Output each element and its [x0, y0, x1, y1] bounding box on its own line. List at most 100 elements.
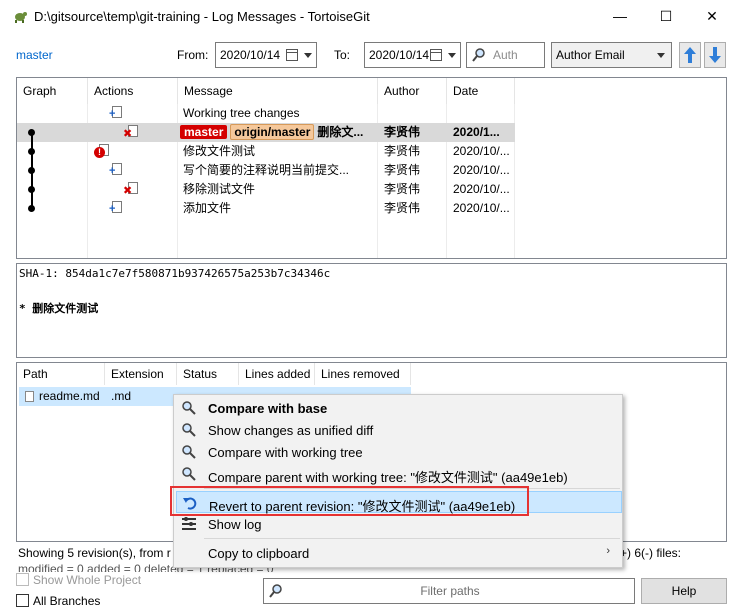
menu-item-compare-with-base[interactable]: Compare with base	[176, 397, 622, 419]
commit-message-panel[interactable]: SHA-1: 854da1c7e7f580871b937426575a253b7…	[16, 263, 727, 358]
delete-icon: ✖	[123, 128, 133, 140]
chevron-down-icon	[657, 53, 665, 58]
branch-tag-origin: origin/master	[230, 124, 315, 140]
to-label: To:	[334, 48, 351, 62]
filter-paths-placeholder: Filter paths	[420, 584, 480, 598]
menu-item-label: Show changes as unified diff	[208, 423, 374, 438]
menu-item-label: Compare with working tree	[208, 445, 363, 460]
filter-paths-input[interactable]: Filter paths	[263, 578, 635, 604]
magnifier-icon	[182, 401, 196, 415]
col-actions[interactable]: Actions	[88, 78, 178, 104]
log-message: 写个简要的注释说明当前提交...	[183, 163, 350, 177]
all-branches-label: All Branches	[33, 594, 101, 608]
log-message: Working tree changes	[183, 106, 300, 120]
show-whole-project-label: Show Whole Project	[33, 573, 142, 587]
log-date: 2020/1...	[453, 125, 500, 139]
magnifier-icon	[182, 423, 196, 437]
window-title: D:\gitsource\temp\git-training - Log Mes…	[34, 8, 370, 24]
close-button[interactable]: ✕	[689, 0, 735, 32]
chevron-right-icon: ›	[606, 545, 610, 557]
log-date: 2020/10/...	[453, 144, 510, 158]
arrow-up-icon	[684, 47, 696, 63]
all-branches-checkbox[interactable]	[16, 594, 29, 607]
close-icon: ✕	[706, 7, 718, 24]
col-lines-added[interactable]: Lines added	[239, 363, 315, 385]
branch-link[interactable]: master	[16, 48, 53, 62]
file-path: readme.md	[39, 389, 100, 403]
col-date[interactable]: Date	[447, 78, 515, 104]
search-input[interactable]: Auth	[466, 42, 545, 68]
graph-node	[28, 167, 35, 174]
menu-item-copy-to-clipboard[interactable]: Copy to clipboard ›	[176, 542, 622, 564]
previous-button[interactable]	[679, 42, 701, 68]
graph-node	[28, 148, 35, 155]
log-row[interactable]: + 添加文件 李贤伟 2020/10/...	[17, 199, 515, 218]
filter-toolbar: master From: 2020/10/14 To: 2020/10/14 A…	[0, 38, 735, 72]
col-author[interactable]: Author	[378, 78, 447, 104]
show-whole-project-checkbox[interactable]	[16, 573, 29, 586]
col-extension[interactable]: Extension	[105, 363, 177, 385]
search-icon	[472, 48, 485, 62]
annotation-highlight-box	[170, 486, 529, 516]
modified-icon: !	[94, 147, 105, 158]
log-date: 2020/10/...	[453, 182, 510, 196]
log-message: 移除测试文件	[183, 182, 256, 196]
log-row[interactable]: ! 修改文件测试 李贤伟 2020/10/...	[17, 142, 515, 161]
from-date-value: 2020/10/14	[220, 48, 281, 62]
from-date-picker[interactable]: 2020/10/14	[215, 42, 317, 68]
log-author: 李贤伟	[384, 201, 421, 215]
log-list[interactable]: Graph Actions Message Author Date + Work…	[16, 77, 727, 259]
col-message[interactable]: Message	[178, 78, 378, 104]
log-date: 2020/10/...	[453, 163, 510, 177]
filter-field-select[interactable]: Author Email	[551, 42, 672, 68]
commit-sha: SHA-1: 854da1c7e7f580871b937426575a253b7…	[19, 267, 331, 280]
col-status[interactable]: Status	[177, 363, 239, 385]
minimize-button[interactable]: —	[597, 0, 643, 32]
delete-icon: ✖	[123, 185, 133, 197]
log-message: 修改文件测试	[183, 144, 256, 158]
help-button[interactable]: Help	[641, 578, 727, 604]
menu-item-label: Show log	[208, 517, 262, 532]
log-message: master origin/master 删除文...	[180, 123, 376, 142]
maximize-button[interactable]: ☐	[643, 0, 689, 32]
log-row[interactable]: + Working tree changes	[17, 104, 515, 123]
to-date-picker[interactable]: 2020/10/14	[364, 42, 461, 68]
log-row[interactable]: ✖ 移除测试文件 李贤伟 2020/10/...	[17, 180, 515, 199]
filter-field-value: Author Email	[556, 48, 625, 62]
file-icon	[25, 391, 34, 402]
menu-item-compare-working-tree[interactable]: Compare with working tree	[176, 441, 622, 463]
menu-item-label: Compare with base	[208, 401, 328, 416]
commit-message: * 删除文件测试	[19, 302, 99, 315]
menu-item-compare-parent-working-tree[interactable]: Compare parent with working tree: "修改文件测…	[176, 463, 622, 485]
next-button[interactable]	[704, 42, 726, 68]
graph-node	[28, 186, 35, 193]
graph-node	[28, 129, 35, 136]
col-path[interactable]: Path	[17, 363, 105, 385]
chevron-down-icon	[448, 53, 456, 58]
log-author: 李贤伟	[384, 125, 421, 139]
from-label: From:	[177, 48, 209, 62]
search-placeholder: Auth	[493, 48, 518, 62]
col-lines-removed[interactable]: Lines removed	[315, 363, 411, 385]
branch-tag-master: master	[180, 125, 228, 139]
chevron-down-icon	[304, 53, 312, 58]
calendar-icon	[286, 49, 298, 61]
log-message-text: 删除文...	[317, 125, 364, 139]
arrow-down-icon	[709, 47, 721, 63]
add-icon: +	[109, 203, 116, 215]
menu-item-unified-diff[interactable]: Show changes as unified diff	[176, 419, 622, 441]
log-author: 李贤伟	[384, 182, 421, 196]
file-extension: .md	[111, 389, 132, 403]
menu-item-show-log[interactable]: Show log	[176, 513, 622, 535]
magnifier-icon	[182, 467, 196, 481]
status-summary: Showing 5 revision(s), from r	[18, 546, 171, 560]
log-row[interactable]: + 写个简要的注释说明当前提交... 李贤伟 2020/10/...	[17, 161, 515, 180]
menu-item-label: Compare parent with working tree: "修改文件测…	[208, 470, 568, 485]
maximize-icon: ☐	[659, 7, 673, 24]
log-author: 李贤伟	[384, 144, 421, 158]
log-row-selected[interactable]: ✖ master origin/master 删除文... 李贤伟 2020/1..…	[17, 123, 515, 142]
log-icon	[182, 517, 196, 530]
status-files-count: +) 6(-) files:	[620, 546, 682, 560]
col-graph[interactable]: Graph	[17, 78, 88, 104]
minimize-icon: —	[613, 8, 627, 24]
